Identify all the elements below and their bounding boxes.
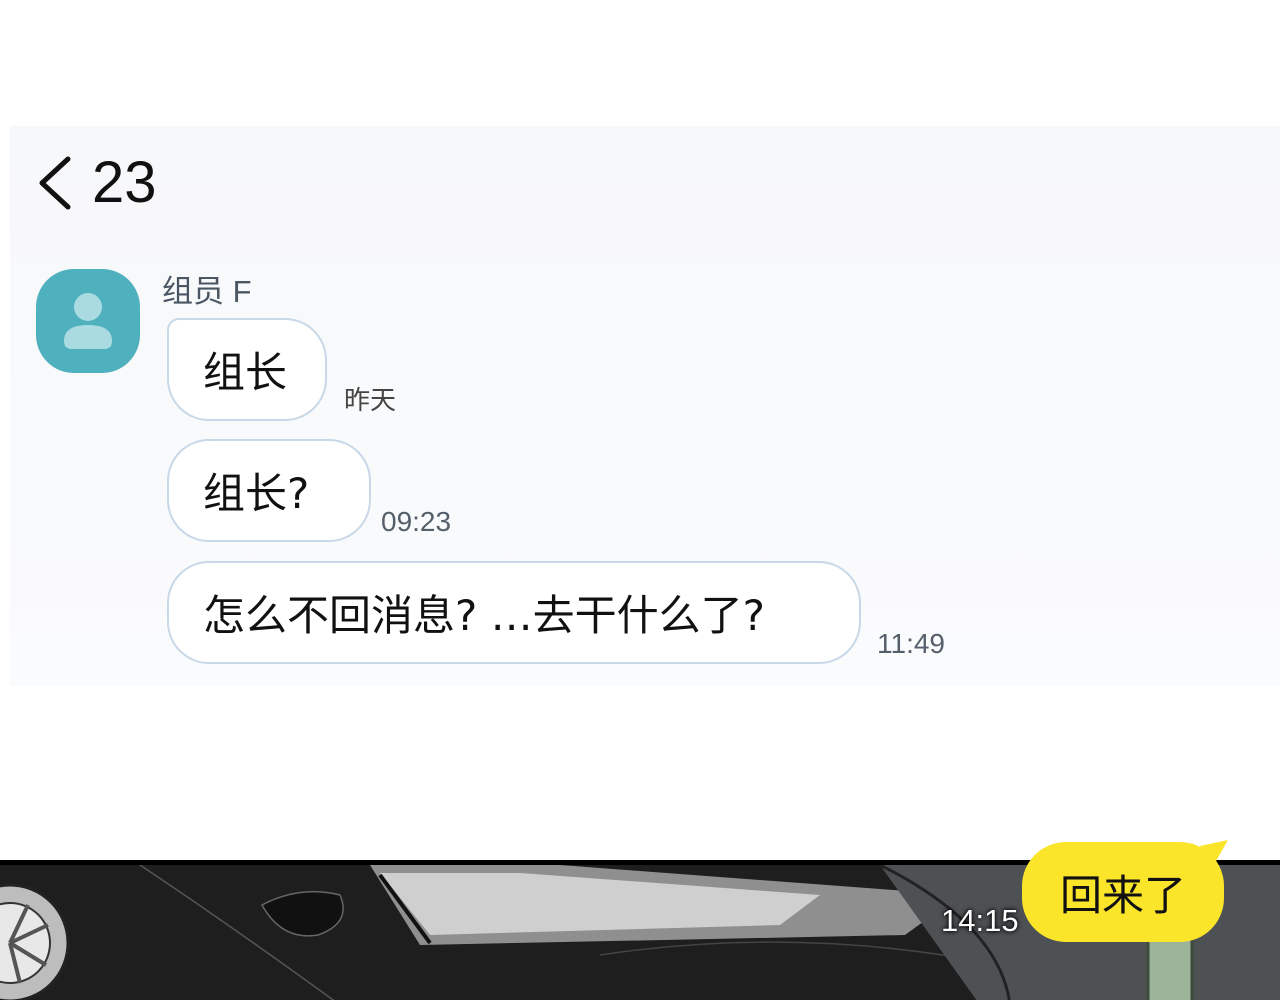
message-text: 组长 xyxy=(203,348,288,397)
message-text: 组长? xyxy=(203,469,310,518)
conversation-title: 23 xyxy=(92,150,157,215)
message-bubble[interactable]: 组长? xyxy=(167,439,371,542)
sender-name: 组员 F xyxy=(162,274,252,309)
my-message-time: 14:15 xyxy=(941,903,1019,938)
person-icon xyxy=(64,293,112,349)
my-message-bubble[interactable]: 回来了 xyxy=(1022,842,1224,942)
message-time: 昨天 xyxy=(344,385,397,415)
message-bubble[interactable]: 怎么不回消息? …去干什么了? xyxy=(167,561,861,664)
message-bubble[interactable]: 组长 xyxy=(167,318,327,421)
message-time: 09:23 xyxy=(381,506,452,537)
message-time: 11:49 xyxy=(877,628,945,659)
my-message-text: 回来了 xyxy=(1059,870,1186,920)
bubble-tail-icon xyxy=(1200,840,1228,868)
avatar[interactable] xyxy=(36,269,140,373)
message-text: 怎么不回消息? …去干什么了? xyxy=(203,591,765,640)
chevron-left-icon[interactable] xyxy=(36,155,74,211)
